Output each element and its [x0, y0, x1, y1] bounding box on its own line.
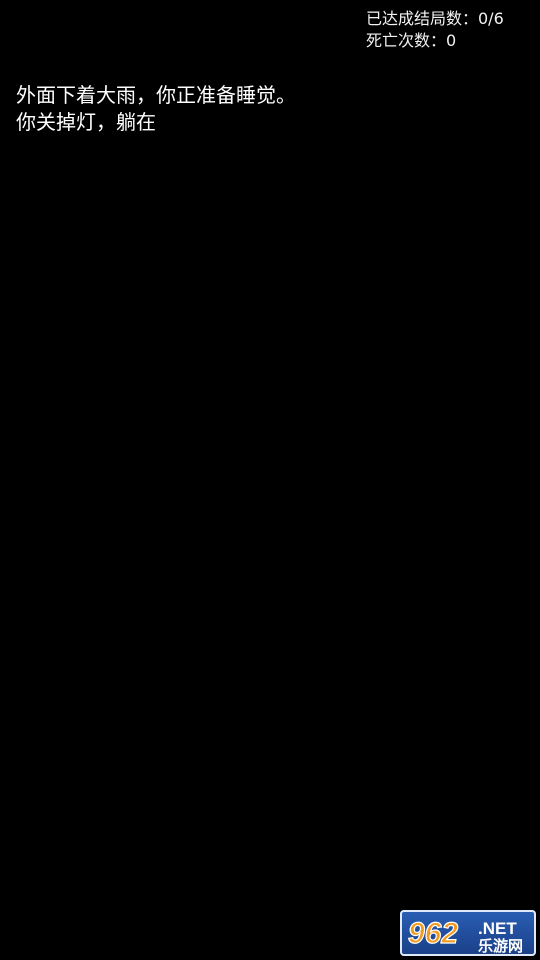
watermark-number: 962	[408, 917, 458, 950]
story-line: 你关掉灯，躺在	[16, 110, 156, 134]
watermark-subtitle: 乐游网	[478, 937, 523, 955]
story-text[interactable]: 外面下着大雨，你正准备睡觉。 你关掉灯，躺在	[16, 82, 516, 136]
story-line: 外面下着大雨，你正准备睡觉。	[16, 83, 296, 107]
game-stats-panel: 已达成结局数：0/6 死亡次数：0	[366, 8, 504, 52]
watermark-graphic: 962 .NET 乐游网	[407, 916, 523, 955]
death-count: 死亡次数：0	[366, 31, 457, 50]
site-watermark-logo: 962 .NET 乐游网	[400, 910, 536, 956]
watermark-suffix: .NET	[478, 919, 517, 938]
endings-count: 已达成结局数：0/6	[366, 9, 504, 28]
